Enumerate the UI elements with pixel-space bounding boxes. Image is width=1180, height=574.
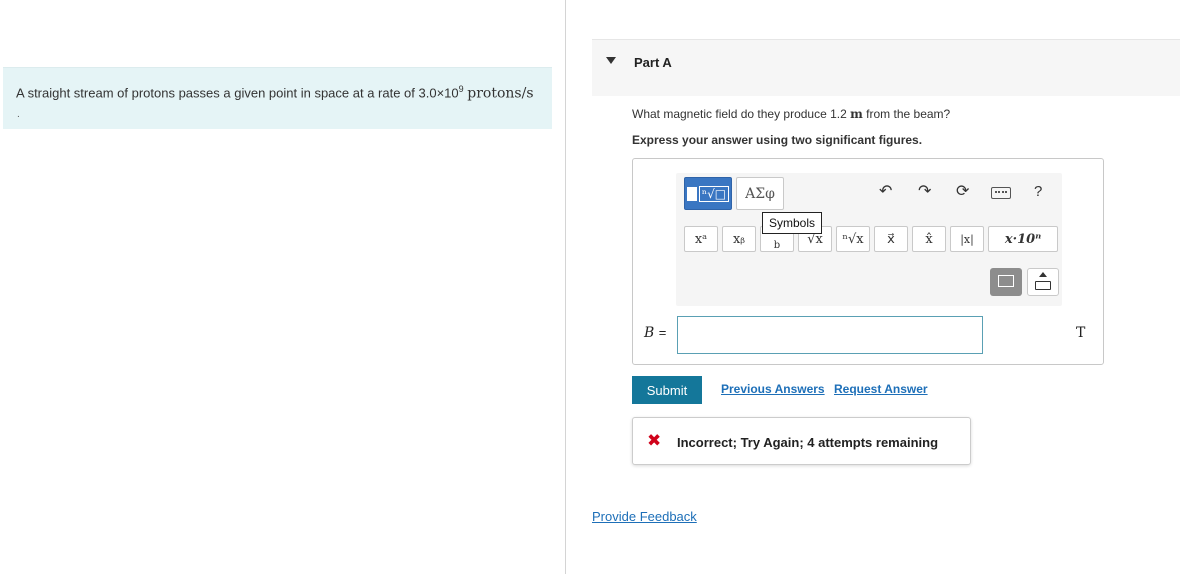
backspace-icon: [998, 275, 1014, 287]
problem-statement: A straight stream of protons passes a gi…: [3, 67, 552, 129]
part-title: Part A: [634, 55, 672, 70]
previous-answers-link[interactable]: Previous Answers: [721, 382, 825, 396]
keyboard-icon: [1035, 281, 1051, 290]
submit-button[interactable]: Submit: [632, 376, 702, 404]
unitvector-button[interactable]: x̂: [912, 226, 946, 252]
collapse-caret-icon[interactable]: [606, 57, 616, 64]
request-answer-link[interactable]: Request Answer: [834, 382, 928, 396]
problem-unit: protons/s: [467, 85, 534, 102]
redo-icon[interactable]: ↷: [918, 181, 931, 200]
answer-variable: B: [644, 325, 655, 341]
problem-exponent: 9: [458, 84, 464, 94]
question-pre: What magnetic field do they produce 1.2: [632, 107, 851, 121]
question-unit: m: [850, 107, 863, 121]
radical-template-icon: ⁿ√□: [698, 185, 730, 202]
abs-button[interactable]: |x|: [950, 226, 984, 252]
problem-trailing: .: [17, 109, 20, 120]
undo-icon[interactable]: ↶: [879, 181, 892, 200]
feedback-box: ✖ Incorrect; Try Again; 4 attempts remai…: [632, 417, 971, 465]
part-header[interactable]: Part A: [592, 39, 1180, 96]
templates-button[interactable]: ⁿ√□: [684, 177, 732, 210]
help-button[interactable]: ?: [1034, 183, 1042, 200]
nthroot-button[interactable]: ⁿ√x: [836, 226, 870, 252]
symbols-tooltip: Symbols: [762, 212, 822, 234]
column-divider: [565, 0, 566, 574]
answer-input[interactable]: [677, 316, 983, 354]
scientific-button[interactable]: x·10ⁿ: [988, 226, 1058, 252]
answer-unit: T: [1076, 325, 1086, 341]
vector-button[interactable]: x⃗: [874, 226, 908, 252]
feedback-message: Incorrect; Try Again; 4 attempts remaini…: [677, 435, 939, 450]
subscript-button[interactable]: xᵦ: [722, 226, 756, 252]
keyboard-toggle-button[interactable]: [1027, 268, 1059, 296]
answer-label: B =: [644, 325, 666, 341]
question-post: from the beam?: [862, 107, 951, 121]
question-text: What magnetic field do they produce 1.2 …: [632, 107, 950, 121]
page: A straight stream of protons passes a gi…: [0, 0, 1180, 574]
answer-equals: =: [658, 325, 667, 340]
problem-text: A straight stream of protons passes a gi…: [16, 85, 459, 101]
template-square-icon: [686, 186, 697, 201]
backspace-button[interactable]: [990, 268, 1022, 296]
incorrect-icon: ✖: [647, 431, 662, 451]
reset-icon[interactable]: ⟳: [956, 181, 969, 200]
keyboard-icon[interactable]: [991, 187, 1011, 199]
provide-feedback-link[interactable]: Provide Feedback: [592, 509, 697, 524]
instruction-text: Express your answer using two significan…: [632, 133, 923, 147]
superscript-button[interactable]: xᵃ: [684, 226, 718, 252]
chevron-up-icon: [1039, 272, 1047, 277]
symbols-button[interactable]: ΑΣφ: [736, 177, 784, 210]
